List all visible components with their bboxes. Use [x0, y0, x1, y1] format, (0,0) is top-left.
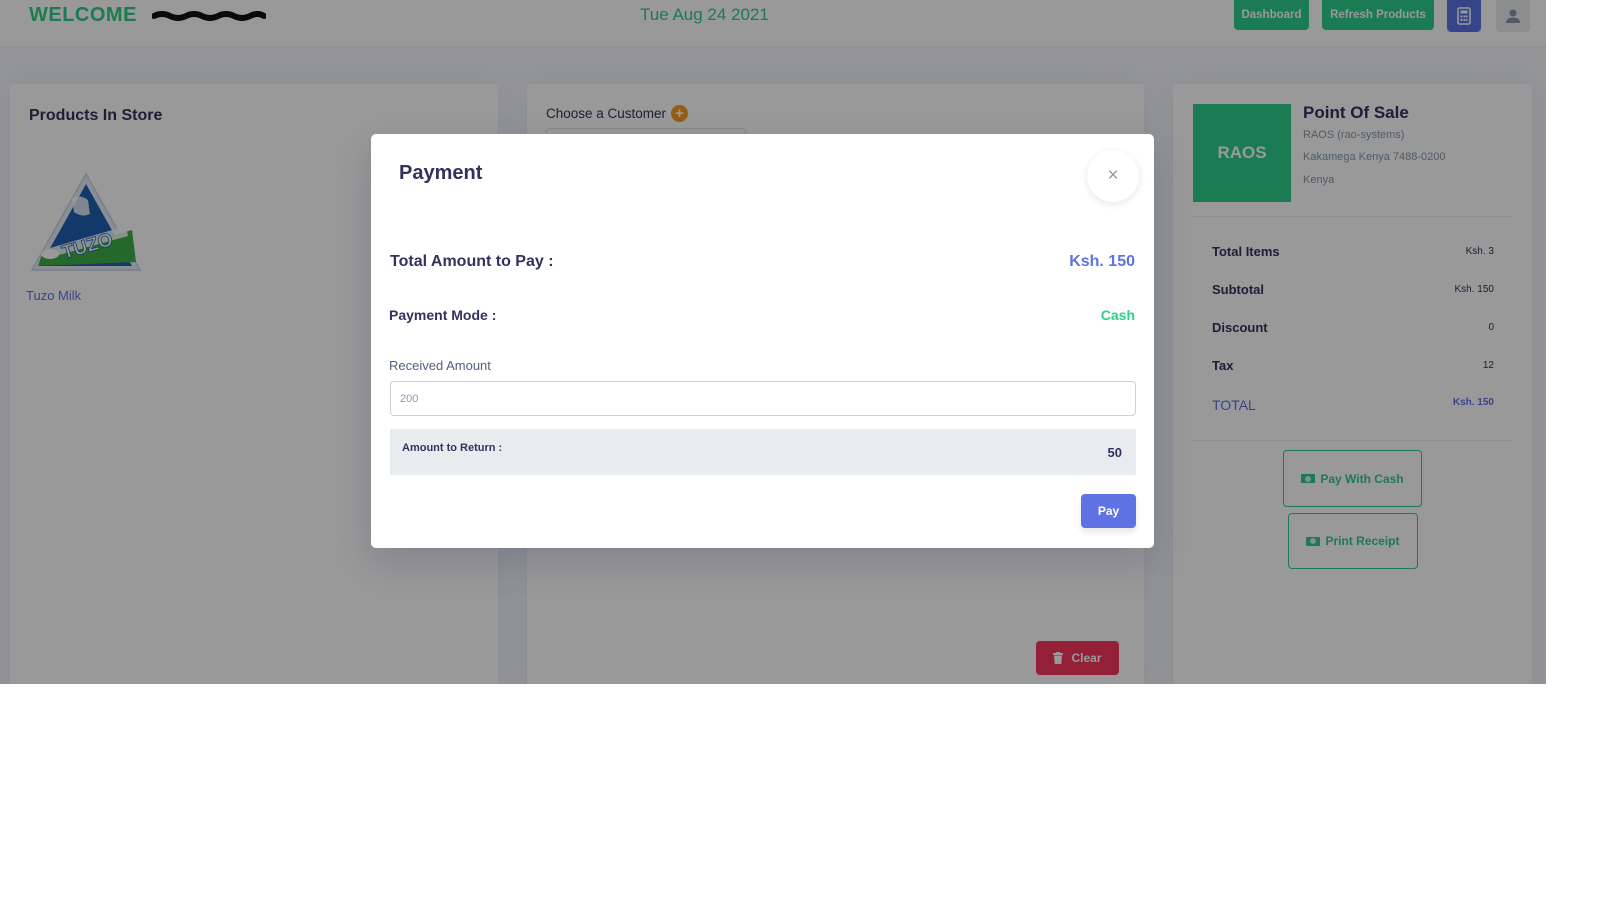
close-button[interactable]: ×	[1087, 150, 1139, 202]
total-amount-label: Total Amount to Pay :	[390, 253, 554, 270]
received-amount-input[interactable]	[390, 381, 1136, 416]
pay-button[interactable]: Pay	[1081, 494, 1136, 528]
payment-mode-label: Payment Mode :	[389, 307, 497, 323]
payment-mode-value: Cash	[1100, 307, 1135, 323]
close-icon: ×	[1107, 165, 1119, 186]
amount-to-return-value: 50	[1107, 445, 1122, 460]
received-amount-label: Received Amount	[389, 358, 491, 373]
payment-modal: Payment × Total Amount to Pay : Ksh. 150…	[371, 134, 1154, 548]
amount-to-return-box: Amount to Return : 50	[390, 429, 1136, 475]
amount-to-return-label: Amount to Return :	[402, 442, 503, 454]
modal-title: Payment	[399, 162, 483, 184]
total-amount-value: Ksh. 150	[1069, 253, 1135, 270]
pos-app: WELCOME Tue Aug 24 2021 Dashboard Refres…	[0, 0, 1546, 684]
